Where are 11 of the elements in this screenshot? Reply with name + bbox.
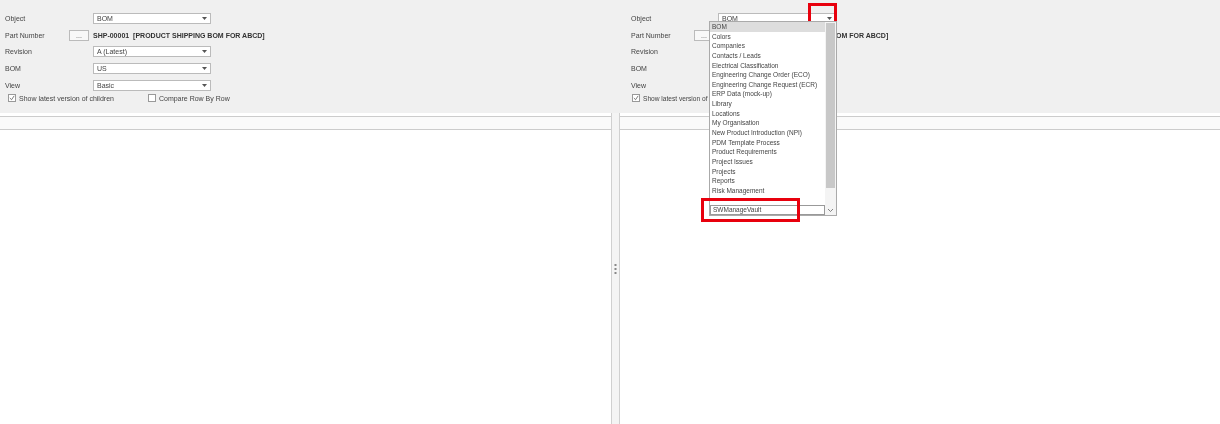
scrollbar-thumb[interactable]: [826, 23, 835, 188]
grip-icon: [614, 263, 617, 274]
checkbox[interactable]: [147, 94, 156, 103]
checkbox[interactable]: [8, 94, 16, 103]
caret-icon: [202, 16, 207, 20]
scrollbar[interactable]: [825, 22, 836, 215]
scroll-down-icon[interactable]: [828, 209, 833, 212]
caret-icon: [202, 50, 207, 54]
caret-icon: [202, 66, 207, 70]
caret-icon: [202, 83, 207, 87]
checkbox[interactable]: [632, 94, 640, 103]
